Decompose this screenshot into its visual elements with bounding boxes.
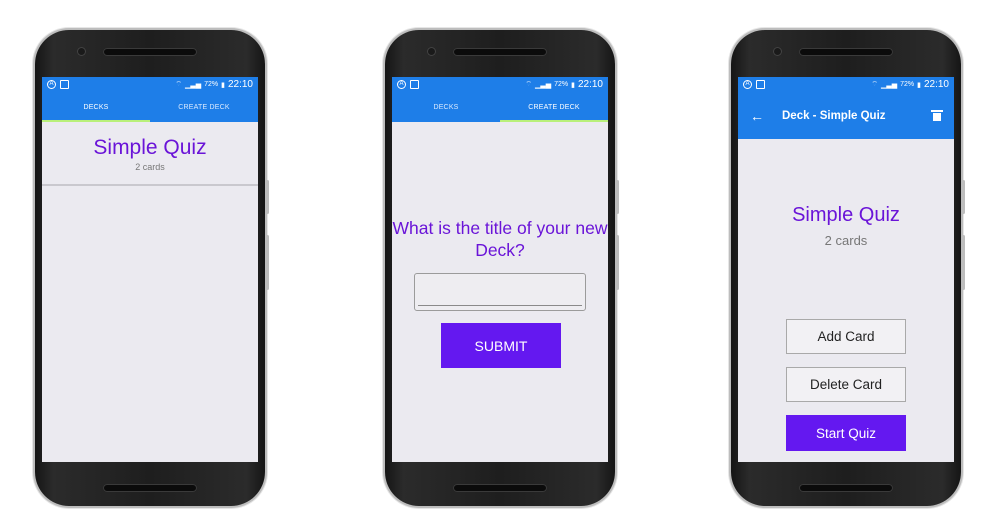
phone-frame-decks: A ⌔ ▁▃▅ 72% ▮ 22:10 DECKS CREATE DECK Si… bbox=[35, 30, 269, 506]
deck-title-input[interactable] bbox=[414, 273, 586, 311]
app-bar-title: Deck - Simple Quiz bbox=[782, 109, 886, 122]
deck-list-item[interactable]: Simple Quiz 2 cards bbox=[42, 122, 258, 186]
tab-decks[interactable]: DECKS bbox=[42, 92, 150, 122]
clock: 22:10 bbox=[577, 79, 603, 90]
tab-bar: DECKS CREATE DECK bbox=[42, 92, 258, 122]
trash-lid bbox=[931, 110, 943, 112]
trash-icon[interactable] bbox=[931, 110, 943, 121]
signal-icon: ▁▃▅ bbox=[184, 81, 202, 89]
speaker-grille bbox=[799, 48, 893, 56]
power-button bbox=[616, 235, 619, 290]
battery-level: 72% bbox=[554, 81, 569, 88]
wifi-icon: ⌔ bbox=[525, 81, 532, 88]
wifi-icon: ⌔ bbox=[175, 81, 182, 88]
new-deck-question: What is the title of your new Deck? bbox=[392, 218, 608, 260]
image-notification-icon bbox=[756, 80, 765, 89]
screen-deck-detail: A ⌔ ▁▃▅ 72% ▮ 22:10 ← Deck - Simple Quiz… bbox=[738, 77, 954, 462]
tab-create-deck[interactable]: CREATE DECK bbox=[500, 92, 608, 122]
speaker-grille-bottom bbox=[799, 484, 893, 492]
app-bar: ← Deck - Simple Quiz bbox=[738, 92, 954, 139]
status-bar: A ⌔ ▁▃▅ 72% ▮ 22:10 bbox=[738, 77, 954, 92]
app-notification-icon: A bbox=[47, 80, 56, 89]
signal-icon: ▁▃▅ bbox=[880, 81, 898, 89]
deck-title: Simple Quiz bbox=[93, 136, 207, 159]
battery-icon: ▮ bbox=[221, 81, 225, 89]
battery-icon: ▮ bbox=[571, 81, 575, 89]
speaker-grille bbox=[453, 48, 547, 56]
image-notification-icon bbox=[410, 80, 419, 89]
status-bar: A ⌔ ▁▃▅ 72% ▮ 22:10 bbox=[392, 77, 608, 92]
phone-frame-create-deck: A ⌔ ▁▃▅ 72% ▮ 22:10 DECKS CREATE DECK Wh… bbox=[385, 30, 619, 506]
app-notification-icon: A bbox=[397, 80, 406, 89]
clock: 22:10 bbox=[923, 79, 949, 90]
input-underline bbox=[418, 305, 582, 306]
battery-level: 72% bbox=[204, 81, 219, 88]
deck-card-count: 2 cards bbox=[135, 162, 165, 172]
tab-decks[interactable]: DECKS bbox=[392, 92, 500, 122]
camera-icon bbox=[77, 47, 86, 56]
delete-card-button[interactable]: Delete Card bbox=[786, 367, 906, 402]
battery-icon: ▮ bbox=[917, 81, 921, 89]
volume-button bbox=[616, 180, 619, 214]
add-card-button[interactable]: Add Card bbox=[786, 319, 906, 354]
speaker-grille-bottom bbox=[103, 484, 197, 492]
back-arrow-icon[interactable]: ← bbox=[750, 108, 764, 124]
camera-icon bbox=[427, 47, 436, 56]
deck-title: Simple Quiz bbox=[792, 204, 900, 226]
status-bar: A ⌔ ▁▃▅ 72% ▮ 22:10 bbox=[42, 77, 258, 92]
power-button bbox=[266, 235, 269, 290]
tab-bar: DECKS CREATE DECK bbox=[392, 92, 608, 122]
submit-button[interactable]: SUBMIT bbox=[441, 323, 561, 368]
clock: 22:10 bbox=[227, 79, 253, 90]
wifi-icon: ⌔ bbox=[871, 81, 878, 88]
volume-button bbox=[962, 180, 965, 214]
screen-create-deck: A ⌔ ▁▃▅ 72% ▮ 22:10 DECKS CREATE DECK Wh… bbox=[392, 77, 608, 462]
image-notification-icon bbox=[60, 80, 69, 89]
speaker-grille bbox=[103, 48, 197, 56]
battery-level: 72% bbox=[900, 81, 915, 88]
start-quiz-button[interactable]: Start Quiz bbox=[786, 415, 906, 451]
screen-decks-list: A ⌔ ▁▃▅ 72% ▮ 22:10 DECKS CREATE DECK Si… bbox=[42, 77, 258, 462]
deck-card-count: 2 cards bbox=[824, 233, 868, 248]
tab-create-deck[interactable]: CREATE DECK bbox=[150, 92, 258, 122]
speaker-grille-bottom bbox=[453, 484, 547, 492]
phone-frame-deck-detail: A ⌔ ▁▃▅ 72% ▮ 22:10 ← Deck - Simple Quiz… bbox=[731, 30, 965, 506]
signal-icon: ▁▃▅ bbox=[534, 81, 552, 89]
app-notification-icon: A bbox=[743, 80, 752, 89]
volume-button bbox=[266, 180, 269, 214]
power-button bbox=[962, 235, 965, 290]
trash-can bbox=[933, 113, 941, 121]
camera-icon bbox=[773, 47, 782, 56]
